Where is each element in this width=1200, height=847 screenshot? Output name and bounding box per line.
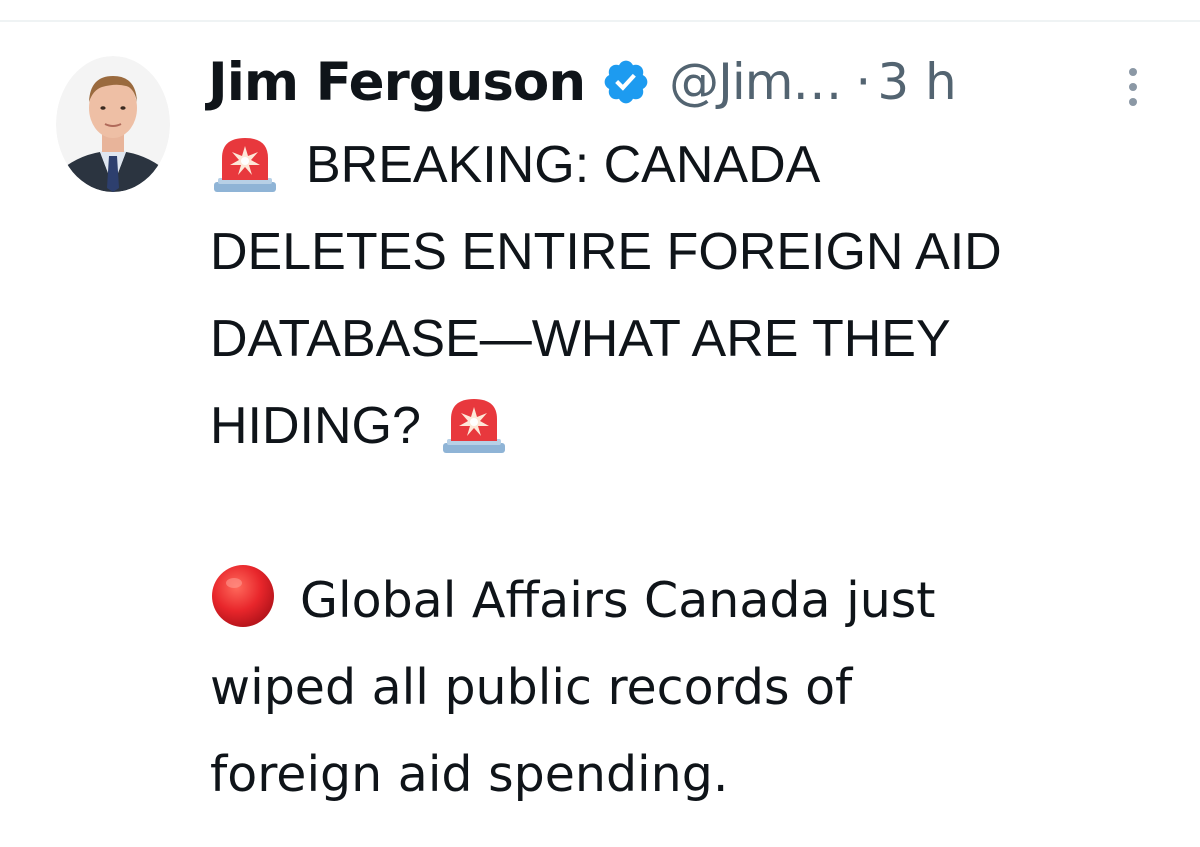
tweet-line-text: wiped all public records of <box>210 659 853 716</box>
tweet-line: Global Affairs Canada just <box>210 557 1190 644</box>
tweet-line: foreign aid spending. <box>210 731 1190 818</box>
tweet-line: HIDING? <box>210 383 1190 470</box>
police-siren-emoji-icon <box>210 132 280 194</box>
profile-photo-icon <box>56 56 170 192</box>
tweet-line: wiped all public records of <box>210 644 1190 731</box>
verified-badge-icon[interactable] <box>601 57 651 107</box>
tweet-line-text: Global Affairs Canada just <box>300 572 936 629</box>
tweet-line-text: BREAKING: CANADA <box>306 136 821 194</box>
avatar[interactable] <box>56 56 170 192</box>
top-divider <box>0 20 1200 22</box>
tweet-line-text: DATABASE—WHAT ARE THEY <box>210 310 951 368</box>
tweet-line-text: HIDING? <box>210 397 421 455</box>
tweet-timestamp[interactable]: 3 h <box>877 53 956 111</box>
author-handle[interactable]: @Jim… <box>669 53 842 111</box>
tweet-paragraph-2: Global Affairs Canada just wiped all pub… <box>210 557 1190 818</box>
separator-dot: · <box>855 53 872 111</box>
tweet-paragraph-1: BREAKING: CANADA DELETES ENTIRE FOREIGN … <box>210 122 1190 470</box>
tweet-line: DELETES ENTIRE FOREIGN AID <box>210 209 1190 296</box>
red-circle-emoji-icon <box>210 563 276 629</box>
tweet-line-text: DELETES ENTIRE FOREIGN AID <box>210 223 1002 281</box>
tweet-line-text: foreign aid spending. <box>210 746 729 803</box>
police-siren-emoji-icon <box>439 393 509 455</box>
tweet-header: Jim Ferguson @Jim… · 3 h <box>208 44 957 120</box>
more-vertical-icon[interactable] <box>1121 62 1145 112</box>
tweet-line: BREAKING: CANADA <box>210 122 1190 209</box>
author-display-name[interactable]: Jim Ferguson <box>208 52 586 113</box>
tweet-text: BREAKING: CANADA DELETES ENTIRE FOREIGN … <box>210 122 1190 818</box>
tweet-line: DATABASE—WHAT ARE THEY <box>210 296 1190 383</box>
